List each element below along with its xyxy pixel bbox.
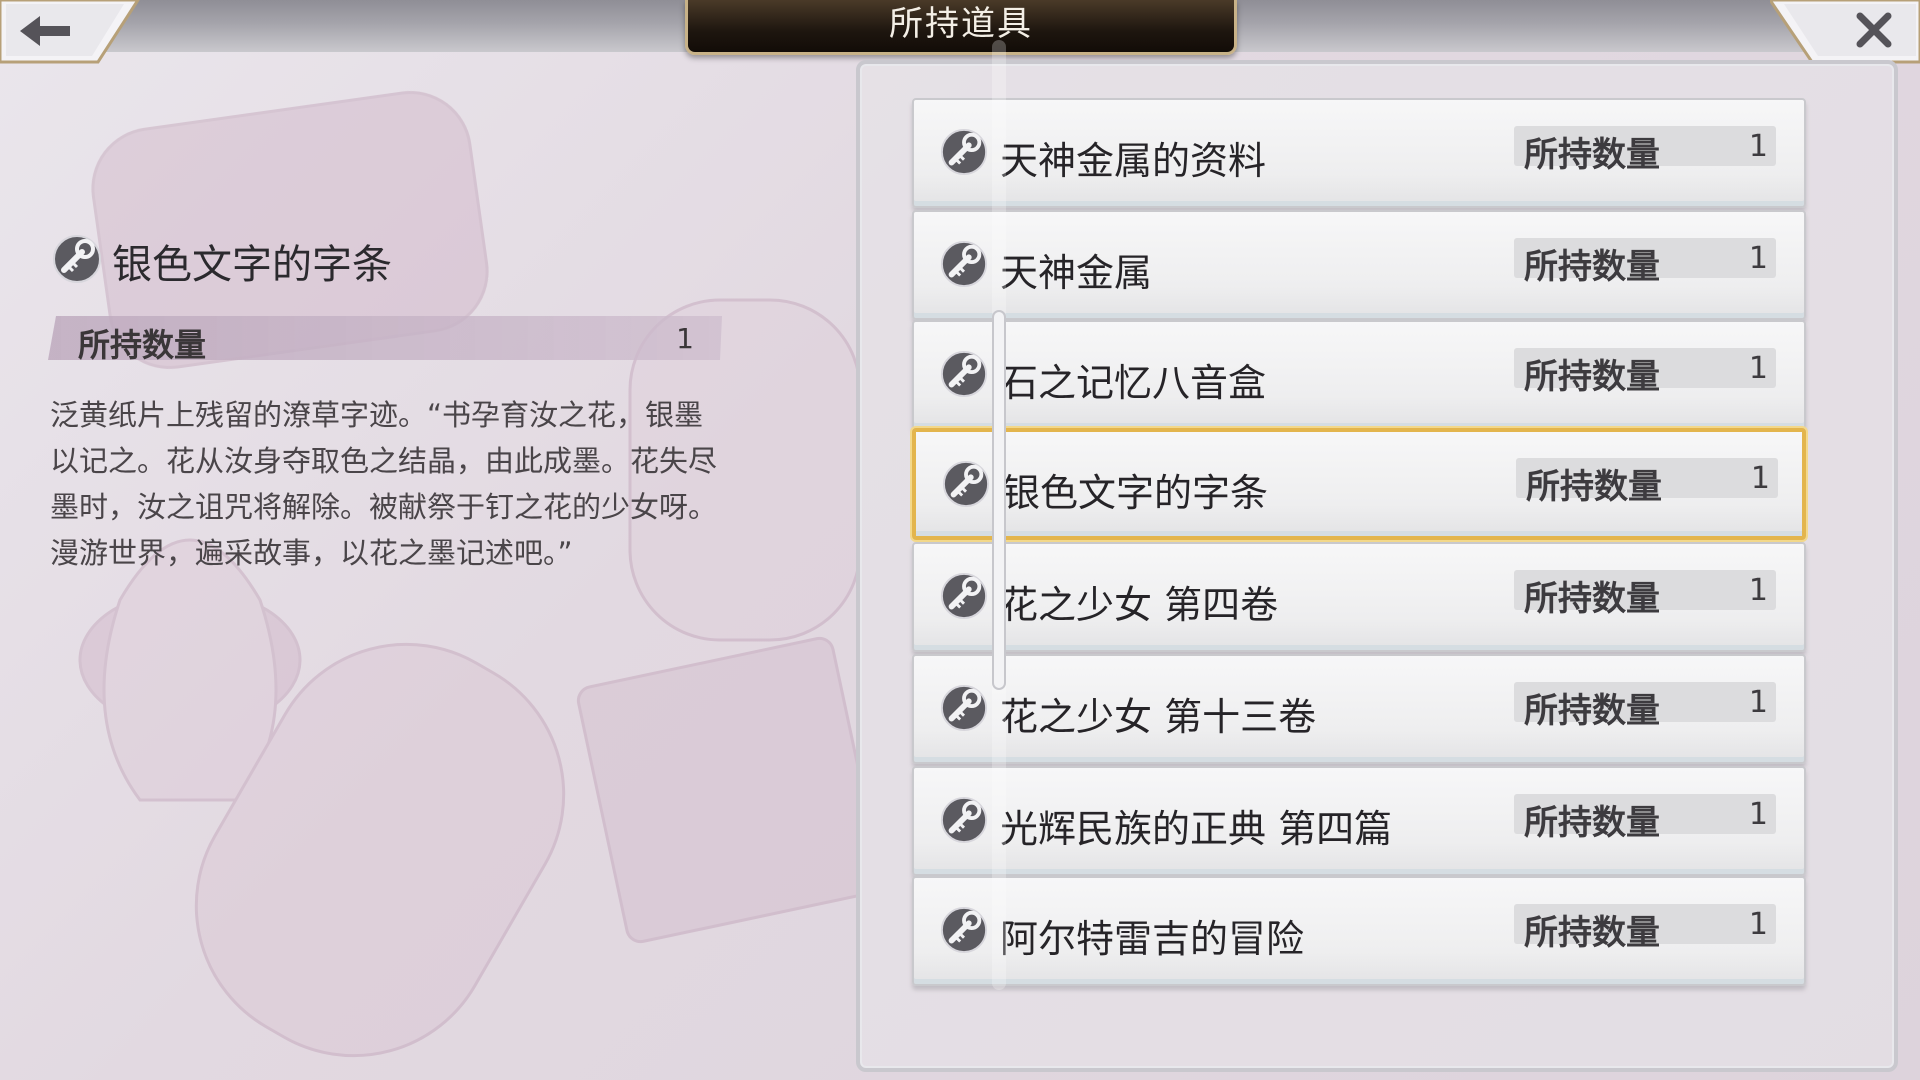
back-arrow-icon (0, 0, 140, 64)
list-item[interactable]: 天神金属的资料 所持数量 1 (912, 98, 1806, 208)
key-item-icon (940, 240, 988, 288)
key-item-icon (53, 235, 101, 283)
key-item-icon (942, 460, 990, 508)
list-item[interactable]: 花之少女 第十三卷 所持数量 1 (912, 654, 1806, 764)
item-count-value: 1 (1748, 797, 1768, 832)
detail-item-name: 银色文字的字条 (112, 242, 392, 288)
item-count-box: 所持数量 1 (1514, 570, 1776, 619)
item-count-label: 所持数量 (1524, 247, 1660, 287)
item-name: 阿尔特雷吉的冒险 (1000, 917, 1305, 961)
item-count-value: 1 (1748, 907, 1768, 942)
list-item[interactable]: 花之少女 第四卷 所持数量 1 (912, 542, 1806, 652)
item-count-value: 1 (1748, 241, 1768, 276)
item-count-value: 1 (1750, 461, 1770, 496)
close-x-icon (1768, 0, 1920, 64)
page-title: 所持道具 (889, 3, 1033, 44)
detail-count-bar: 所持数量 1 (48, 316, 722, 360)
list-item-selected[interactable]: 银色文字的字条 所持数量 1 (912, 428, 1806, 540)
item-name: 花之少女 第十三卷 (1000, 695, 1317, 739)
item-count-value: 1 (1748, 129, 1768, 164)
item-name: 光辉民族的正典 第四篇 (1000, 807, 1393, 851)
item-count-box: 所持数量 1 (1514, 682, 1776, 731)
item-count-label: 所持数量 (1524, 579, 1660, 619)
list-item[interactable]: 石之记忆八音盒 所持数量 1 (912, 320, 1806, 430)
item-list-panel[interactable]: 天神金属的资料 所持数量 1 天神金属 所持数量 1 石之记忆八音盒 所持数量 1 银色文字的字条… (856, 60, 1898, 1072)
key-item-icon (940, 572, 988, 620)
item-count-label: 所持数量 (1524, 913, 1660, 953)
item-name: 石之记忆八音盒 (1000, 361, 1267, 405)
item-count-box: 所持数量 1 (1514, 126, 1776, 175)
close-button[interactable] (1768, 0, 1920, 66)
key-item-icon (940, 350, 988, 398)
item-count-box: 所持数量 1 (1514, 348, 1776, 397)
title-plate: 所持道具 (685, 0, 1237, 55)
key-item-icon (940, 128, 988, 176)
item-count-label: 所持数量 (1524, 803, 1660, 843)
item-name: 天神金属的资料 (1000, 139, 1267, 183)
item-count-box: 所持数量 1 (1514, 794, 1776, 843)
item-count-label: 所持数量 (1524, 691, 1660, 731)
detail-count-value: 1 (676, 322, 694, 355)
list-item[interactable]: 阿尔特雷吉的冒险 所持数量 1 (912, 876, 1806, 986)
back-button[interactable] (0, 0, 140, 66)
item-count-box: 所持数量 1 (1516, 458, 1778, 507)
item-name: 花之少女 第四卷 (1000, 583, 1279, 627)
detail-description: 泛黄纸片上残留的潦草字迹。“书孕育汝之花，银墨以记之。花从汝身夺取色之结晶，由此… (50, 398, 718, 570)
item-count-label: 所持数量 (1524, 135, 1660, 175)
item-count-box: 所持数量 1 (1514, 238, 1776, 287)
item-count-value: 1 (1748, 351, 1768, 386)
item-count-value: 1 (1748, 685, 1768, 720)
detail-count-label: 所持数量 (78, 326, 207, 364)
key-item-icon (940, 684, 988, 732)
item-count-box: 所持数量 1 (1514, 904, 1776, 953)
key-item-icon (940, 796, 988, 844)
item-name: 天神金属 (1000, 251, 1153, 295)
key-item-icon (940, 906, 988, 954)
item-count-label: 所持数量 (1526, 467, 1662, 507)
item-count-value: 1 (1748, 573, 1768, 608)
list-item[interactable]: 天神金属 所持数量 1 (912, 210, 1806, 320)
item-name: 银色文字的字条 (1002, 471, 1269, 515)
list-item[interactable]: 光辉民族的正典 第四篇 所持数量 1 (912, 766, 1806, 876)
item-count-label: 所持数量 (1524, 357, 1660, 397)
scrollbar-thumb[interactable] (992, 310, 1006, 690)
